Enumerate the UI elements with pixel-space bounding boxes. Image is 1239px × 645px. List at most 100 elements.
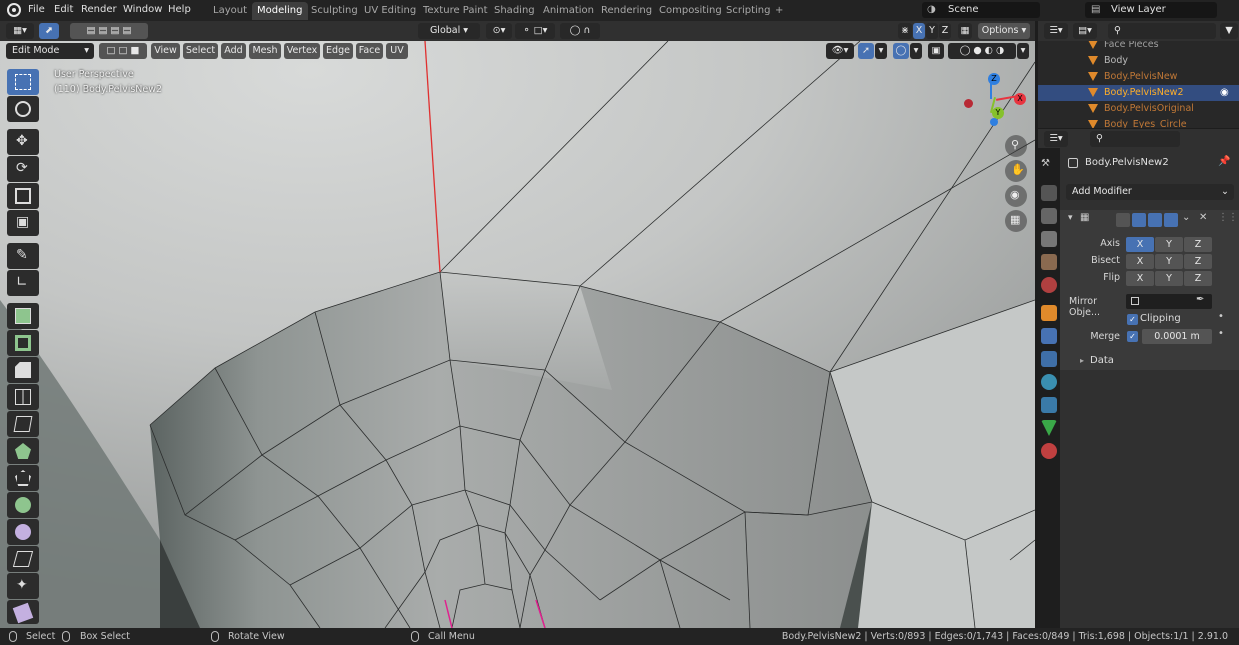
tool-poly-build-icon[interactable] (7, 438, 39, 464)
outliner-search-input[interactable]: ⚲ (1108, 23, 1216, 39)
display-mode-icon[interactable]: ▤▾ (1073, 23, 1097, 39)
flip-x-toggle[interactable]: X (1126, 271, 1154, 286)
tool-extrude-icon[interactable] (7, 303, 39, 329)
constraints-tab-icon[interactable] (1041, 397, 1057, 413)
pivot-point-dropdown[interactable]: ⊙▾ (486, 23, 512, 39)
overlays-dropdown-icon[interactable]: ▾ (910, 43, 922, 59)
axis-z-toggle[interactable]: Z (1184, 237, 1212, 252)
select-mode-button[interactable]: ⬈ (39, 23, 59, 39)
tool-inset-icon[interactable] (7, 330, 39, 356)
tool-smooth-icon[interactable] (7, 492, 39, 518)
menu-edge[interactable]: Edge (323, 43, 353, 59)
render-tab-icon[interactable] (1041, 185, 1057, 201)
menu-uv[interactable]: UV (386, 43, 408, 59)
overlays-toggle-icon[interactable]: ◯ (893, 43, 909, 59)
add-workspace-button[interactable]: + (770, 2, 788, 20)
tool-spin-icon[interactable] (7, 465, 39, 491)
menu-window[interactable]: Window (123, 4, 162, 15)
expand-arrow-icon[interactable]: ▸ (1080, 356, 1084, 365)
visibility-eye-icon[interactable]: ◉ (1220, 85, 1229, 101)
zoom-icon[interactable]: ⚲ (1005, 135, 1027, 157)
view-layer-selector[interactable]: ▤ View Layer (1085, 2, 1217, 18)
properties-editor-type-icon[interactable]: ☰▾ (1044, 131, 1068, 147)
proportional-edit-button[interactable]: ◯ ∩ (560, 23, 600, 39)
tab-compositing[interactable]: Compositing (654, 2, 727, 20)
view-layer-tab-icon[interactable] (1041, 231, 1057, 247)
tab-texture-paint[interactable]: Texture Paint (418, 2, 493, 20)
outliner-row[interactable]: Body_Eyes_Circle (1038, 117, 1239, 128)
tool-annotate-icon[interactable]: ✎ (7, 243, 39, 269)
clipping-checkbox[interactable]: ✓ (1127, 314, 1138, 325)
3d-viewport[interactable]: Edit Mode ▾ □ □ ■ View Select Add Mesh V… (0, 41, 1035, 628)
object-tab-icon[interactable] (1041, 305, 1057, 321)
add-modifier-dropdown[interactable]: Add Modifier ⌄ (1066, 184, 1234, 200)
scene-tab-icon[interactable] (1041, 254, 1057, 270)
mesh-symmetry-icon[interactable]: ⋇ (898, 23, 912, 39)
outliner-row[interactable]: Body.PelvisNew (1038, 69, 1239, 85)
mirror-object-field[interactable]: ✒ (1126, 294, 1212, 309)
gizmo-neg-x-icon[interactable] (964, 99, 973, 108)
mirror-x-button[interactable]: X (913, 23, 925, 39)
menu-face[interactable]: Face (356, 43, 383, 59)
shading-dropdown-icon[interactable]: ▾ (1017, 43, 1029, 59)
mirror-z-button[interactable]: Z (939, 23, 951, 39)
keyframe-dot-icon[interactable]: • (1218, 311, 1224, 322)
edit-mode-cage-icon[interactable] (1116, 213, 1130, 227)
modifier-tab-icon[interactable] (1041, 328, 1057, 344)
tool-measure-icon[interactable]: ∟ (7, 270, 39, 296)
world-tab-icon[interactable] (1041, 277, 1057, 293)
menu-render[interactable]: Render (81, 4, 117, 15)
tool-rotate-icon[interactable]: ⟳ (7, 156, 39, 182)
tab-rendering[interactable]: Rendering (596, 2, 657, 20)
ortho-grid-icon[interactable]: ▦ (1005, 210, 1027, 232)
tool-knife-icon[interactable] (7, 411, 39, 437)
edit-mode-toggle-icon[interactable] (1132, 213, 1146, 227)
collapse-arrow-icon[interactable]: ▾ (1068, 213, 1073, 223)
menu-mesh[interactable]: Mesh (249, 43, 281, 59)
outliner-row[interactable]: Body (1038, 53, 1239, 69)
eyedropper-icon[interactable]: ✒ (1196, 294, 1204, 305)
menu-select[interactable]: Select (183, 43, 218, 59)
gizmo-dropdown-icon[interactable]: ▾ (875, 43, 887, 59)
tool-scale-icon[interactable] (7, 183, 39, 209)
render-toggle-icon[interactable] (1164, 213, 1178, 227)
data-subpanel-label[interactable]: Data (1090, 355, 1114, 366)
keyframe-dot-icon[interactable]: • (1218, 328, 1224, 339)
modifier-dropdown-icon[interactable]: ⌄ (1182, 212, 1190, 223)
bisect-y-toggle[interactable]: Y (1155, 254, 1183, 269)
flip-z-toggle[interactable]: Z (1184, 271, 1212, 286)
gizmo-toggle-icon[interactable]: ➚ (858, 43, 874, 59)
tab-uv-editing[interactable]: UV Editing (359, 2, 421, 20)
tool-tab-icon[interactable]: ⚒ (1041, 158, 1057, 174)
menu-add[interactable]: Add (221, 43, 246, 59)
menu-file[interactable]: File (28, 4, 45, 15)
viewport-toggle-icon[interactable] (1148, 213, 1162, 227)
pan-hand-icon[interactable]: ✋ (1005, 160, 1027, 182)
gizmo-z-icon[interactable]: Z (988, 73, 1000, 85)
merge-distance-field[interactable]: 0.0001 m (1142, 329, 1212, 344)
outliner-row[interactable]: Face Pieces (1038, 41, 1239, 53)
axis-x-toggle[interactable]: X (1126, 237, 1154, 252)
blender-logo-icon[interactable] (7, 3, 21, 17)
tab-layout[interactable]: Layout (208, 2, 252, 20)
bisect-x-toggle[interactable]: X (1126, 254, 1154, 269)
tool-loop-cut-icon[interactable] (7, 384, 39, 410)
menu-help[interactable]: Help (168, 4, 191, 15)
tab-animation[interactable]: Animation (538, 2, 599, 20)
gizmo-neg-z-icon[interactable] (990, 118, 998, 126)
tool-cube-icon[interactable] (7, 600, 39, 624)
merge-checkbox[interactable]: ✓ (1127, 331, 1138, 342)
tab-sculpting[interactable]: Sculpting (306, 2, 363, 20)
flip-y-toggle[interactable]: Y (1155, 271, 1183, 286)
outliner-row[interactable]: Body.PelvisOriginal (1038, 101, 1239, 117)
visibility-dropdown-icon[interactable]: 👁▾ (826, 43, 854, 59)
axis-y-toggle[interactable]: Y (1155, 237, 1183, 252)
select-mode-vertex-edge-face[interactable]: □ □ ■ (99, 43, 147, 59)
tab-scripting[interactable]: Scripting (721, 2, 775, 20)
outliner-editor-type-icon[interactable]: ☰▾ (1044, 23, 1068, 39)
menu-view[interactable]: View (151, 43, 180, 59)
tool-bevel-icon[interactable] (7, 357, 39, 383)
drag-handle-icon[interactable]: ⋮⋮ (1218, 212, 1238, 223)
physics-tab-icon[interactable] (1041, 374, 1057, 390)
material-tab-icon[interactable] (1041, 443, 1057, 459)
